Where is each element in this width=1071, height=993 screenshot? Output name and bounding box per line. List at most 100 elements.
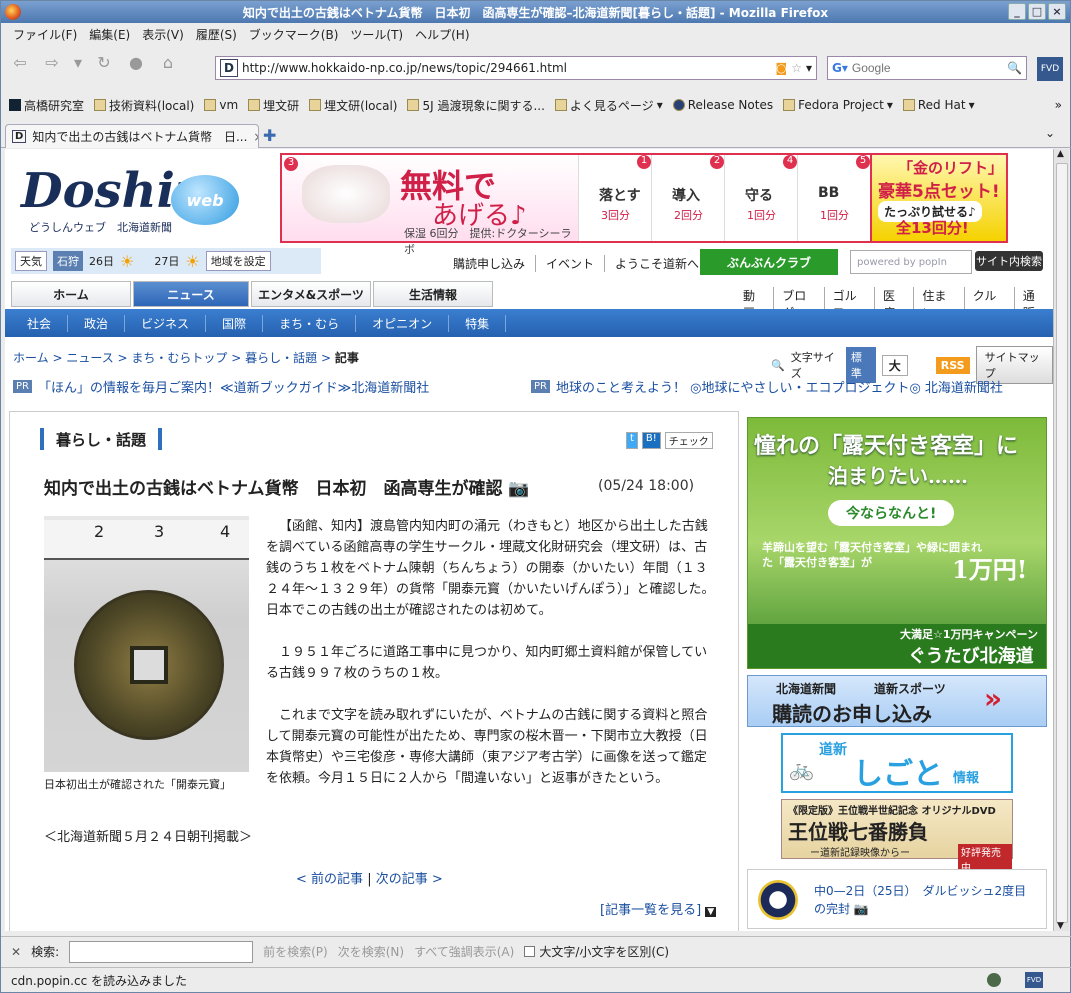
menu-edit[interactable]: 編集(E) [83, 26, 136, 43]
close-button[interactable]: × [1048, 3, 1066, 20]
menu-bookmarks[interactable]: ブックマーク(B) [243, 26, 345, 43]
bookmark-item[interactable]: 埋文研 [248, 97, 299, 114]
tab-active[interactable]: D 知内で出土の古銭はベトナム貨幣 日... × [5, 124, 259, 148]
welcome-link[interactable]: ようこそ道新へ [615, 255, 709, 272]
bookmark-item[interactable]: Release Notes [672, 98, 773, 112]
coin-photo[interactable]: 2 3 4 [44, 516, 249, 772]
article-list-link[interactable]: [記事一覧を見る] ▼ [600, 899, 717, 918]
tab-list-icon[interactable]: ⌄ [1045, 126, 1055, 140]
site-search-button[interactable]: サイト内検索 [975, 251, 1043, 271]
bookmark-item[interactable]: 埋文研(local) [309, 97, 397, 114]
bookmark-item[interactable]: 高橋研究室 [9, 97, 84, 114]
bookmark-folder[interactable]: よく見るページ ▾ [554, 97, 663, 114]
breadcrumb-link[interactable]: ホーム [13, 351, 49, 365]
dvd-ad[interactable]: 《限定版》王位戦半世紀記念 オリジナルDVD 王位戦七番勝負 ー道新記録映像から… [781, 799, 1013, 874]
find-input[interactable] [69, 940, 254, 963]
maximize-button[interactable]: □ [1028, 3, 1046, 20]
bookmark-item[interactable]: vm [204, 98, 238, 112]
top-ad-banner[interactable]: 3 無料で あげる♪ 保湿 6回分 提供:ドクターシーラボ 1 落とす 3回分 2導… [280, 153, 1008, 256]
history-dropdown-icon[interactable]: ▾ [71, 50, 85, 74]
category-item[interactable]: まち・むら [263, 314, 357, 332]
scroll-up-icon[interactable]: ▲ [1057, 149, 1064, 159]
url-text[interactable]: http://www.hokkaido-np.co.jp/news/topic/… [242, 61, 776, 75]
home-icon[interactable]: ⌂ [155, 50, 181, 74]
bunbun-club-banner[interactable]: ぶんぶんクラブ [700, 249, 838, 275]
weather-button[interactable]: 天気 [15, 251, 47, 271]
category-item[interactable]: 政治 [68, 314, 126, 332]
twitter-icon[interactable]: t [626, 432, 638, 449]
subscribe-link[interactable]: 購読申し込み [453, 255, 537, 272]
url-dropdown-icon[interactable]: ▾ [806, 61, 812, 75]
category-item[interactable]: ビジネス [125, 314, 207, 332]
stop-icon[interactable]: ● [123, 50, 149, 74]
fvd-status-icon[interactable]: FVD [1025, 972, 1043, 988]
menu-tools[interactable]: ツール(T) [344, 26, 409, 43]
minimize-button[interactable]: _ [1008, 3, 1026, 20]
site-search-input[interactable]: powered by popIn [850, 250, 972, 274]
doshin-logo[interactable]: Doshin web どうしんウェブ 北海道新聞 [21, 163, 251, 237]
bookmark-item[interactable]: 技術資料(local) [94, 97, 194, 114]
subscription-ad[interactable]: 北海道新聞 道新スポーツ 購読のお申し込み » [747, 675, 1047, 727]
rss-feed-icon[interactable]: ◙ [776, 61, 788, 75]
bookmarks-overflow-button[interactable]: » [1055, 98, 1062, 112]
menu-file[interactable]: ファイル(F) [7, 26, 83, 43]
search-bar[interactable]: G▾ 🔍 [827, 56, 1027, 80]
rss-button[interactable]: RSS [935, 356, 970, 374]
prev-article-link[interactable]: 前の記事 [311, 872, 363, 887]
cream-jar-image [302, 165, 390, 223]
menu-help[interactable]: ヘルプ(H) [409, 26, 475, 43]
category-item[interactable]: 社会 [11, 314, 69, 332]
travel-ad[interactable]: 憧れの「露天付き客室」に 泊まりたい…… 今ならなんと! 羊蹄山を望む「露天付き… [747, 417, 1047, 669]
mixi-check-button[interactable]: チェック [664, 432, 713, 449]
match-case-option[interactable]: 大文字/小文字を区別(C) [524, 943, 669, 960]
fighters-news[interactable]: 中0—2日（25日） ダルビッシュ2度目の完封 📷 [747, 869, 1047, 929]
set-region-button[interactable]: 地域を設定 [205, 251, 271, 271]
star-icon[interactable]: ☆ [791, 61, 802, 75]
fighters-headline[interactable]: 中0—2日（25日） ダルビッシュ2度目の完封 📷 [814, 882, 1036, 918]
window-title: 知内で出土の古銭はベトナム貨幣 日本初 函高専生が確認–北海道新聞[暮らし・話題… [242, 5, 829, 20]
reload-icon[interactable]: ↻ [91, 50, 117, 74]
category-item[interactable]: オピニオン [356, 314, 450, 332]
find-label: 検索: [31, 945, 60, 959]
font-large-button[interactable]: 大 [881, 354, 908, 376]
gnav-entertainment[interactable]: エンタメ&スポーツ [251, 281, 371, 307]
menu-view[interactable]: 表示(V) [136, 26, 190, 43]
breadcrumb-link[interactable]: 暮らし・話題 [245, 351, 317, 365]
pr-link-2[interactable]: PR 地球のこと考えよう！ ◎地球にやさしい・エコプロジェクト◎ 北海道新聞社 [531, 377, 1003, 396]
url-bar[interactable]: D http://www.hokkaido-np.co.jp/news/topi… [215, 56, 817, 80]
bookmark-folder[interactable]: Red Hat ▾ [902, 98, 975, 112]
breadcrumb-link[interactable]: まち・むらトップ [131, 351, 227, 365]
pr-link-1[interactable]: PR 「ほん」の情報を毎月ご案内！≪道新ブックガイド≫北海道新聞社 [13, 377, 429, 396]
find-prev-button[interactable]: 前を検索(P) [263, 943, 328, 960]
jobs-ad[interactable]: 🚲 道新 しごと 情報 [781, 733, 1013, 793]
search-input[interactable] [851, 61, 992, 75]
breadcrumb-link[interactable]: ニュース [66, 351, 113, 365]
hatena-bookmark-icon[interactable]: B! [641, 432, 661, 449]
match-case-checkbox[interactable] [524, 946, 536, 957]
event-link[interactable]: イベント [546, 255, 606, 272]
bookmark-folder[interactable]: Fedora Project ▾ [783, 98, 893, 112]
findbar-close-icon[interactable]: ✕ [11, 945, 21, 959]
status-globe-icon [987, 973, 1001, 987]
gnav-life[interactable]: 生活情報 [373, 281, 493, 307]
search-magnifier-icon[interactable]: 🔍 [1007, 61, 1022, 75]
category-item[interactable]: 国際 [206, 314, 264, 332]
forward-icon[interactable]: ⇨ [39, 50, 65, 74]
category-item[interactable]: 特集 [449, 314, 507, 332]
google-icon[interactable]: G▾ [832, 61, 848, 75]
find-next-button[interactable]: 次を検索(N) [338, 943, 404, 960]
vertical-scrollbar[interactable]: ▲ ▼ [1053, 149, 1069, 931]
gnav-news[interactable]: ニュース [133, 281, 249, 307]
menu-history[interactable]: 履歴(S) [190, 26, 243, 43]
gnav-home[interactable]: ホーム [11, 281, 131, 307]
bookmark-item[interactable]: 5J 過渡現象に関する... [407, 97, 545, 114]
scrollbar-thumb[interactable] [1056, 163, 1068, 923]
ruler-image: 2 3 4 [44, 520, 249, 560]
tab-close-icon[interactable]: × [253, 130, 258, 144]
next-article-link[interactable]: 次の記事 [376, 872, 428, 887]
back-icon[interactable]: ⇦ [7, 50, 33, 74]
highlight-all-button[interactable]: すべて強調表示(A) [414, 943, 514, 960]
new-tab-icon[interactable]: ✚ [263, 126, 276, 145]
scroll-down-icon[interactable]: ▼ [1057, 921, 1064, 931]
fvd-icon[interactable]: FVD [1037, 57, 1063, 81]
